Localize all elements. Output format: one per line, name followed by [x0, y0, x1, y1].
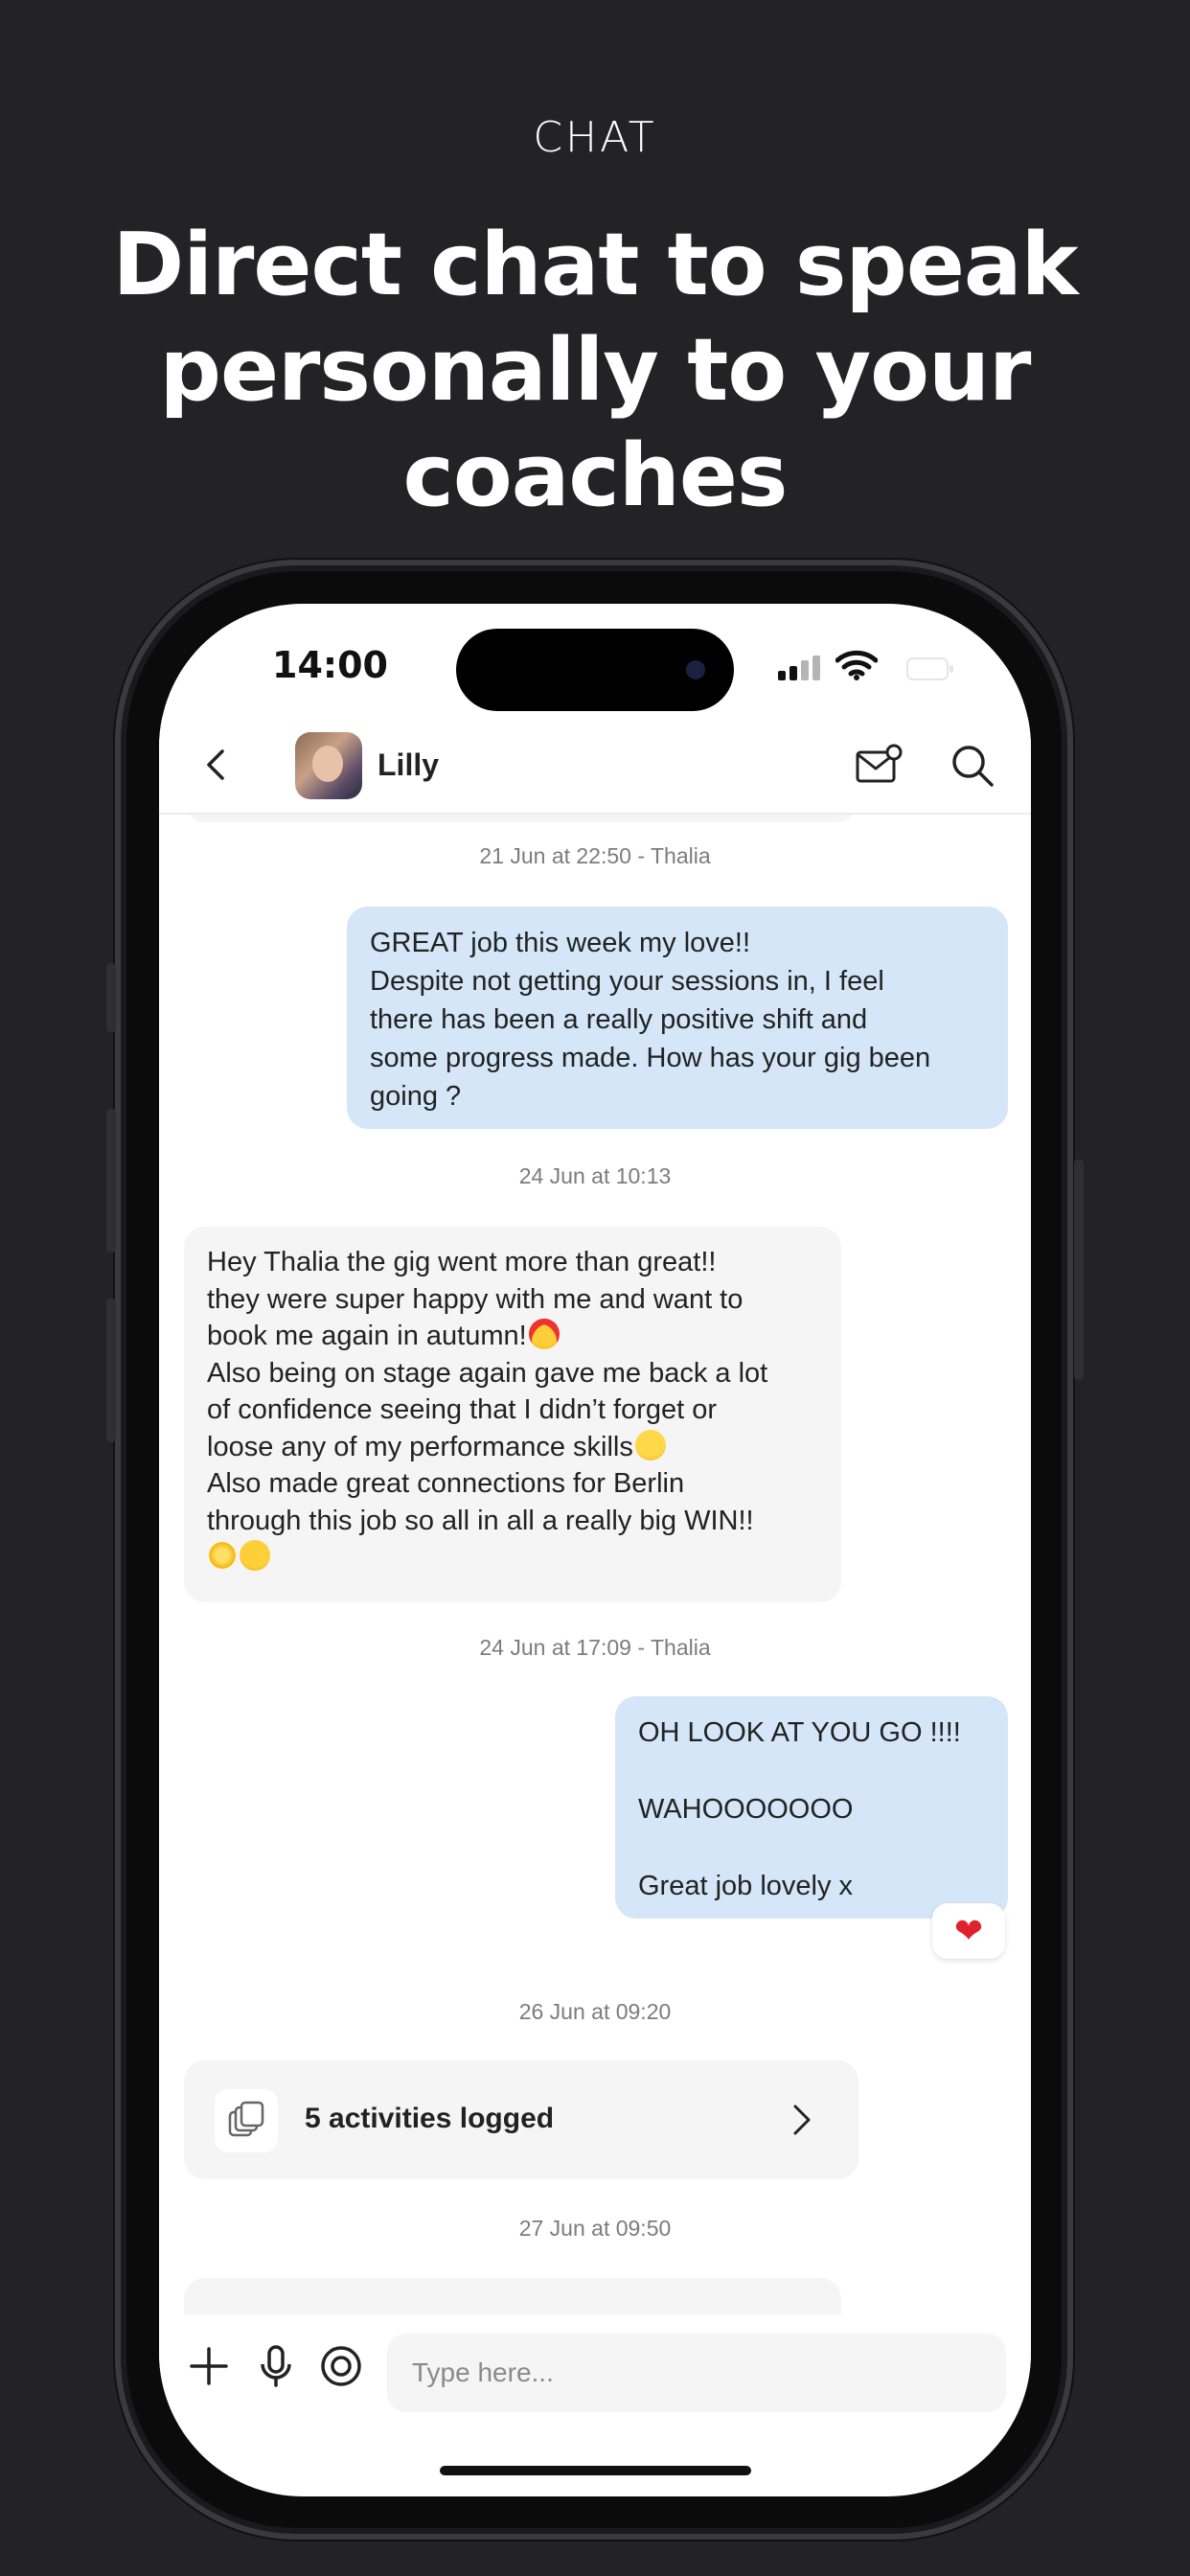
chat-header: Lilly — [159, 717, 1031, 815]
smiling-hearts-emoji — [240, 1540, 270, 1571]
message-timestamp: 26 Jun at 09:20 — [518, 1999, 672, 2024]
message-line: going ? — [370, 1081, 462, 1112]
mail-icon[interactable] — [855, 744, 903, 788]
message-line: through this job so all in all a really … — [207, 1505, 754, 1536]
message-line: WAHOOOOOOO — [638, 1794, 854, 1825]
sparkle-emoji — [207, 1540, 238, 1571]
relieved-emoji — [634, 1429, 666, 1460]
message-timestamp: 21 Jun at 22:50 - Thalia — [479, 843, 711, 868]
phone-screen: 14:00 Lilly 21 Jun at 22:50 - Thalia GRE… — [159, 604, 1031, 2496]
message-line: book me again in autumn! — [207, 1321, 527, 1351]
message-list[interactable]: 21 Jun at 22:50 - Thalia GREAT job this … — [159, 815, 1031, 2314]
heart-reaction-badge[interactable]: ❤ — [932, 1903, 1005, 1959]
message-line: of confidence seeing that I didn’t forge… — [207, 1394, 718, 1425]
camera-icon[interactable] — [318, 2343, 364, 2389]
status-bar: 14:00 — [159, 604, 1031, 719]
message-input[interactable] — [387, 2334, 1006, 2412]
dynamic-island — [456, 629, 734, 711]
message-line: there has been a really positive shift a… — [370, 1004, 868, 1035]
outgoing-message-bubble[interactable]: GREAT job this week my love!! Despite no… — [347, 907, 1008, 1129]
phone-volume-down — [106, 1299, 116, 1442]
message-line: Great job lovely x — [638, 1871, 854, 1901]
message-timestamp: 24 Jun at 17:09 - Thalia — [479, 1635, 711, 1660]
activity-icon-box — [215, 2089, 278, 2152]
status-time: 14:00 — [272, 644, 388, 686]
search-icon[interactable] — [950, 744, 995, 788]
message-line: some progress made. How has your gig bee… — [370, 1043, 931, 1073]
contact-name[interactable]: Lilly — [378, 748, 439, 783]
message-timestamp: 24 Jun at 10:13 — [518, 1163, 672, 1188]
message-line: Also made great connections for Berlin — [207, 1468, 685, 1499]
phone-volume-up — [106, 1109, 116, 1253]
promo-headline: Direct chat to speak personally to your … — [112, 215, 1078, 526]
message-line: Hey Thalia the gig went more than great!… — [207, 1247, 717, 1277]
phone-power-button — [1074, 1160, 1084, 1380]
battery-icon — [906, 657, 953, 680]
next-message-bubble — [184, 2278, 841, 2314]
message-line: OH LOOK AT YOU GO !!!! — [638, 1717, 961, 1748]
copy-stack-icon — [228, 2101, 264, 2137]
message-line: Also being on stage again gave me back a… — [207, 1357, 768, 1389]
message-timestamp: 27 Jun at 09:50 — [518, 2216, 672, 2241]
home-indicator[interactable] — [440, 2466, 751, 2475]
plus-icon[interactable] — [186, 2343, 232, 2389]
outgoing-message-bubble[interactable]: OH LOOK AT YOU GO !!!! WAHOOOOOOO Great … — [615, 1696, 1008, 1919]
message-line: loose any of my performance skills — [207, 1431, 633, 1462]
avatar[interactable] — [295, 732, 362, 799]
previous-message-bubble — [186, 815, 857, 822]
wifi-icon — [835, 650, 878, 680]
back-icon[interactable] — [197, 746, 236, 784]
message-line: GREAT job this week my love!! — [370, 928, 751, 958]
signal-icon — [778, 656, 820, 680]
composer-bar — [159, 2314, 1031, 2420]
promo-eyebrow: CHAT — [533, 113, 657, 162]
activity-label: 5 activities logged — [305, 2103, 555, 2134]
phone-mute-switch — [106, 963, 116, 1032]
microphone-icon[interactable] — [253, 2343, 299, 2389]
heart-eyes-emoji — [528, 1319, 560, 1349]
chevron-right-icon — [793, 2104, 811, 2135]
message-line: they were super happy with me and want t… — [207, 1283, 744, 1315]
activities-logged-card[interactable]: 5 activities logged — [184, 2060, 858, 2179]
message-line: Despite not getting your sessions in, I … — [370, 966, 884, 997]
incoming-message-bubble[interactable]: Hey Thalia the gig went more than great!… — [184, 1227, 841, 1602]
